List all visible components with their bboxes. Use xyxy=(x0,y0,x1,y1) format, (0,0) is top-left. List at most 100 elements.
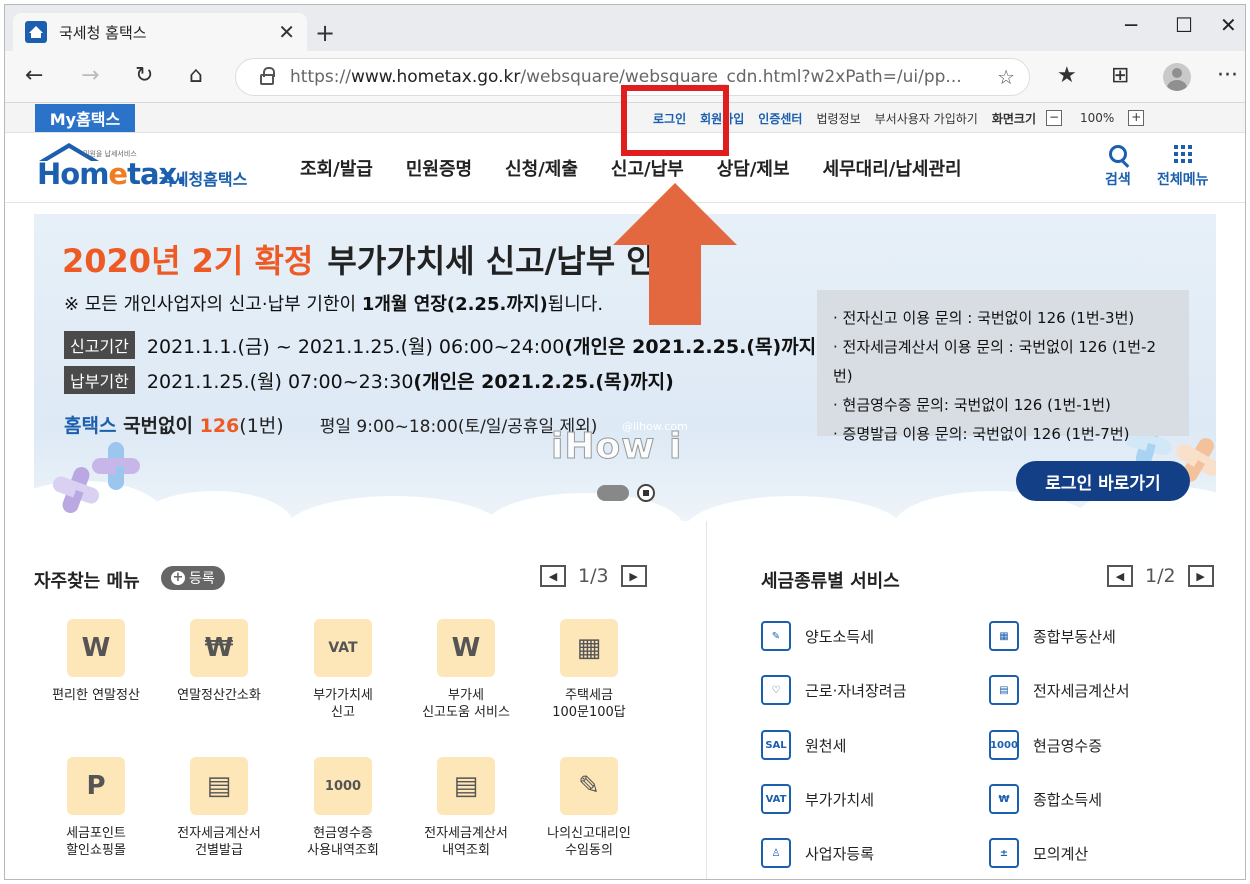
tax-comprehensive-income[interactable]: ₩ 종합소득세 xyxy=(989,784,1102,814)
tax-simulation[interactable]: ± 모의계산 xyxy=(989,838,1088,868)
pinwheel-icon xyxy=(50,464,102,516)
building-icon: ▦ xyxy=(560,619,618,677)
section-divider xyxy=(706,521,707,879)
nav-consultation[interactable]: 상담/제보 xyxy=(717,155,790,181)
favorites-title: 자주찾는 메뉴 xyxy=(34,571,140,592)
fav-cash-receipt-history[interactable]: 1000 현금영수증 사용내역조회 xyxy=(288,757,398,859)
fav-e-invoice-history[interactable]: ▤ 전자세금계산서 내역조회 xyxy=(411,757,521,859)
fav-year-end-simplified[interactable]: ₩ 연말정산간소화 xyxy=(164,619,274,704)
browser-tab[interactable]: 국세청 홈택스 ✕ xyxy=(13,13,307,51)
annotation-highlight-box xyxy=(621,85,729,156)
pause-slide-icon[interactable] xyxy=(637,484,655,502)
logo-korean: 국세청홈택스 xyxy=(159,170,248,189)
next-page-icon[interactable]: ▶ xyxy=(1187,565,1214,587)
my-hometax-button[interactable]: My홈택스 xyxy=(35,104,135,132)
next-page-icon[interactable]: ▶ xyxy=(620,565,647,587)
fav-tax-point-mall[interactable]: P 세금포인트 할인쇼핑몰 xyxy=(41,757,151,859)
hometax-logo[interactable]: 민원을 납세서비스 Hometax. 국세청홈택스 xyxy=(35,143,265,195)
new-tab-icon[interactable]: + xyxy=(315,19,335,47)
refresh-icon[interactable]: ↻ xyxy=(135,63,153,88)
payment-deadline-row: 납부기한 2021.1.25.(월) 07:00~23:30 (개인은 2021… xyxy=(64,366,674,394)
maximize-icon[interactable]: ☐ xyxy=(1175,13,1193,37)
close-window-icon[interactable]: ✕ xyxy=(1220,13,1237,37)
cash-receipt-icon: 1000 xyxy=(989,730,1019,760)
tax-services-title: 세금종류별 서비스 xyxy=(761,571,900,592)
nav-tax-agent[interactable]: 세무대리/납세관리 xyxy=(823,155,962,181)
register-favorite-button[interactable]: + 등록 xyxy=(161,566,225,590)
zoom-in-button[interactable]: + xyxy=(1128,110,1145,126)
search-icon xyxy=(1108,145,1127,163)
nav-inquiry[interactable]: 조회/발급 xyxy=(300,155,373,181)
helpline: 홈택스 국번없이 126(1번) 평일 9:00~18:00(토/일/공휴일 제… xyxy=(64,415,598,437)
nav-filing-payment[interactable]: 신고/납부 xyxy=(611,155,684,181)
salary-icon: SAL xyxy=(761,730,791,760)
favorites-page: 1/3 xyxy=(578,565,609,587)
prev-page-icon[interactable]: ◀ xyxy=(1107,565,1133,587)
tax-vat[interactable]: VAT 부가가치세 xyxy=(761,784,874,814)
tax-withholding[interactable]: SAL 원천세 xyxy=(761,730,846,760)
favorites-pager: ◀ 1/3 ▶ xyxy=(540,565,647,587)
fav-easy-year-end[interactable]: W 편리한 연말정산 xyxy=(41,619,151,704)
fav-vat-help[interactable]: W 부가세 신고도움 서비스 xyxy=(411,619,521,721)
forward-icon[interactable]: → xyxy=(81,63,99,88)
fav-e-invoice-issue[interactable]: ▤ 전자세금계산서 건별발급 xyxy=(164,757,274,859)
nav-certificates[interactable]: 민원증명 xyxy=(406,155,472,181)
tab-close-icon[interactable]: ✕ xyxy=(278,20,295,44)
tax-earned-income-credit[interactable]: ♡ 근로·자녀장려금 xyxy=(761,675,906,705)
fav-agent-consent[interactable]: ✎ 나의신고대리인 수임동의 xyxy=(534,757,644,859)
collections-icon[interactable]: ⊞ xyxy=(1111,63,1129,88)
money-bag-icon: ₩ xyxy=(190,619,248,677)
plus-icon: + xyxy=(171,570,185,585)
vat-icon: VAT xyxy=(314,619,372,677)
filing-period-row: 신고기간 2021.1.1.(금) ~ 2021.1.25.(월) 06:00~… xyxy=(64,331,825,359)
real-estate-icon: ▦ xyxy=(989,621,1019,651)
tax-services-pager: ◀ 1/2 ▶ xyxy=(1107,565,1214,587)
pinwheel-icon xyxy=(92,442,140,490)
calculator-icon: ± xyxy=(989,838,1019,868)
zoom-out-button[interactable]: − xyxy=(1046,110,1062,126)
year-end-icon: W xyxy=(67,619,125,677)
department-user-link[interactable]: 부서사용자 가입하기 xyxy=(875,110,978,127)
fav-vat-filing[interactable]: VAT 부가가치세 신고 xyxy=(288,619,398,721)
tax-business-registration[interactable]: ♙ 사업자등록 xyxy=(761,838,874,868)
slide-indicator[interactable] xyxy=(597,485,629,501)
tax-cash-receipt[interactable]: 1000 현금영수증 xyxy=(989,730,1102,760)
tax-e-invoice[interactable]: ▤ 전자세금계산서 xyxy=(989,675,1130,705)
inquiry-info-box: · 전자신고 이용 문의 : 국번없이 126 (1번-3번) · 전자세금계산… xyxy=(817,290,1189,443)
grid-menu-icon xyxy=(1173,145,1192,163)
profile-avatar[interactable] xyxy=(1163,63,1191,91)
url-text: https://www.hometax.go.kr/websquare/webs… xyxy=(290,67,962,87)
banner-title: 2020년 2기 확정 부가가치세 신고/납부 안내 xyxy=(62,242,686,280)
payment-deadline-chip: 납부기한 xyxy=(64,366,135,394)
invoice-search-icon: ▤ xyxy=(437,757,495,815)
document-search-icon: W xyxy=(437,619,495,677)
lock-icon xyxy=(260,67,275,85)
annotation-up-arrow-icon xyxy=(613,183,737,325)
tax-capital-gains[interactable]: ✎ 양도소득세 xyxy=(761,621,874,651)
hometax-favicon-icon xyxy=(25,21,47,43)
document-edit-icon: ✎ xyxy=(560,757,618,815)
favorites-icon[interactable]: ★ xyxy=(1057,63,1077,88)
browser-window: 국세청 홈택스 ✕ + ─ ☐ ✕ ← → ↻ ⌂ https://www.ho… xyxy=(4,4,1246,880)
law-info-link[interactable]: 법령정보 xyxy=(816,110,860,127)
fav-housing-tax-qa[interactable]: ▦ 주택세금 100문100답 xyxy=(534,619,644,721)
add-favorite-icon[interactable]: ☆ xyxy=(997,65,1015,89)
tax-comprehensive-real-estate[interactable]: ▦ 종합부동산세 xyxy=(989,621,1116,651)
back-icon[interactable]: ← xyxy=(25,63,43,88)
banner-notice: ※ 모든 개인사업자의 신고·납부 기한이 1개월 연장(2.25.까지)됩니다… xyxy=(64,294,604,315)
nav-application[interactable]: 신청/제출 xyxy=(505,155,578,181)
certificate-center-link[interactable]: 인증센터 xyxy=(758,110,802,127)
cash-receipt-icon: 1000 xyxy=(314,757,372,815)
more-icon[interactable]: ··· xyxy=(1217,63,1238,88)
full-menu-button[interactable]: 전체메뉴 xyxy=(1157,143,1209,189)
vat-icon: VAT xyxy=(761,784,791,814)
search-button[interactable]: 검색 xyxy=(1105,143,1131,189)
login-shortcut-button[interactable]: 로그인 바로가기 xyxy=(1016,461,1190,501)
home-icon[interactable]: ⌂ xyxy=(189,63,203,88)
prev-page-icon[interactable]: ◀ xyxy=(540,565,566,587)
money-bag-icon: ₩ xyxy=(989,784,1019,814)
tax-services-page: 1/2 xyxy=(1145,565,1176,587)
minimize-icon[interactable]: ─ xyxy=(1125,13,1137,37)
heart-icon: ♡ xyxy=(761,675,791,705)
banner-pagination xyxy=(597,484,655,502)
